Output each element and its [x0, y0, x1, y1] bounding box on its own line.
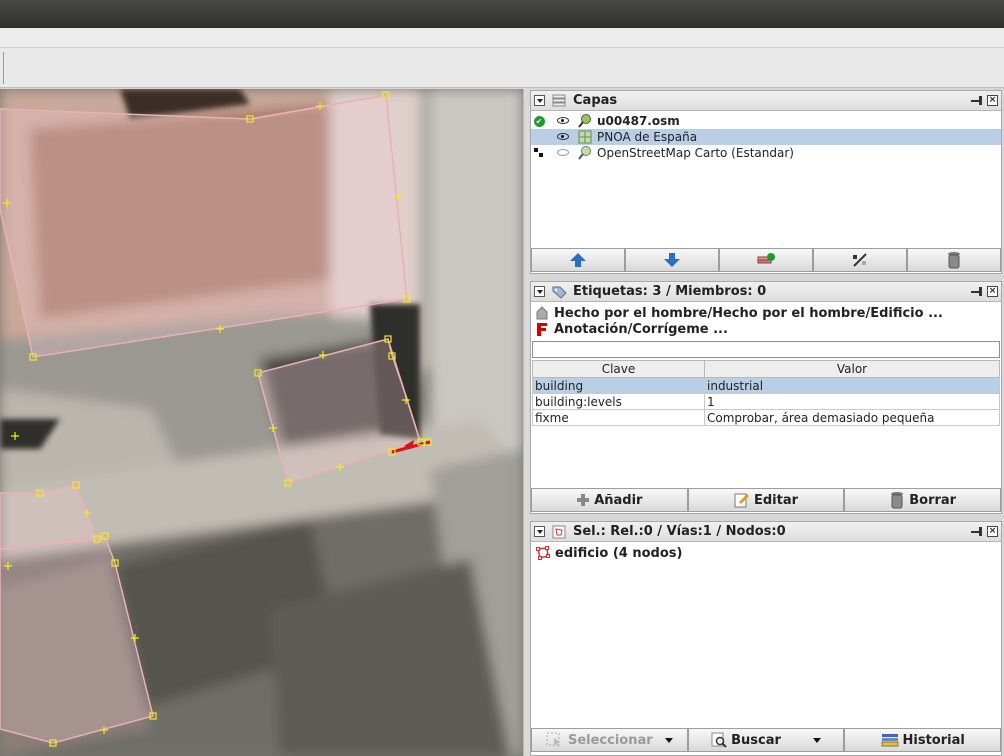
- selection-panel-title: Sel.: Rel.:0 / Vías:1 / Nodos:0: [573, 524, 786, 539]
- activate-layer-button[interactable]: [719, 248, 813, 272]
- layer-list[interactable]: ✔ u00487.osm PNOA de España OpenStreetMa…: [531, 111, 1001, 161]
- tag-key[interactable]: fixme: [532, 409, 705, 426]
- eye-closed-icon[interactable]: [557, 149, 569, 156]
- move-down-button[interactable]: [625, 248, 719, 272]
- history-button[interactable]: Historial: [844, 728, 1002, 752]
- panel-splitter[interactable]: [523, 89, 530, 756]
- imagery-layer-icon: [578, 130, 592, 144]
- tag-value[interactable]: industrial: [704, 377, 1000, 394]
- edit-tag-button[interactable]: Editar: [687, 488, 845, 512]
- tag-value[interactable]: Comprobar, área demasiado pequeña: [704, 409, 1000, 426]
- layers-icon: [552, 94, 566, 106]
- search-label: Buscar: [731, 732, 781, 748]
- pin-icon[interactable]: [971, 286, 985, 297]
- tag-key[interactable]: building: [532, 377, 705, 394]
- add-tag-button[interactable]: Añadir: [531, 488, 688, 512]
- tag-value[interactable]: 1: [704, 393, 1000, 410]
- layers-activate-icon: [757, 253, 775, 264]
- history-label: Historial: [902, 732, 965, 748]
- collapse-icon[interactable]: [534, 526, 545, 537]
- active-checkmark-icon: ✔: [533, 115, 545, 127]
- selection-item-label: edificio (4 nodos): [555, 545, 683, 561]
- layers-panel-title: Capas: [573, 93, 618, 108]
- tags-panel-header: Etiquetas: 3 / Miembros: 0 ×: [531, 282, 1001, 302]
- layer-row-u00487[interactable]: ✔ u00487.osm: [531, 113, 1001, 129]
- list-item[interactable]: edificio (4 nodos): [531, 544, 1001, 562]
- chevron-down-icon[interactable]: [812, 737, 821, 743]
- toolbar-grip[interactable]: [0, 52, 4, 84]
- edit-tag-label: Editar: [753, 492, 799, 508]
- preset-link-fixme[interactable]: Anotación/Corrígeme ...: [531, 321, 1001, 337]
- tag-filter-input[interactable]: [532, 341, 1000, 358]
- main-toolbar: [0, 48, 1004, 88]
- aerial-imagery: [0, 89, 523, 756]
- checker-icon: [534, 148, 543, 157]
- selection-list-icon: [552, 525, 566, 538]
- move-up-button[interactable]: [531, 248, 625, 272]
- trash-icon: [948, 252, 960, 269]
- osm-data-layer-icon: [578, 114, 591, 128]
- column-header-key[interactable]: Clave: [532, 360, 705, 378]
- selection-panel-header: Sel.: Rel.:0 / Vías:1 / Nodos:0 ×: [531, 522, 1001, 542]
- search-icon: [711, 732, 727, 748]
- menu-bar: [0, 28, 1004, 48]
- preset-label: Anotación/Corrígeme ...: [554, 321, 728, 337]
- pin-icon[interactable]: [971, 526, 985, 537]
- layer-row-pnoa[interactable]: PNOA de España: [531, 129, 1001, 145]
- tile-layer-icon: [578, 146, 591, 160]
- plus-icon: [577, 494, 590, 506]
- arrow-down-icon: [664, 253, 680, 267]
- opacity-button[interactable]: [813, 248, 907, 272]
- layer-name: OpenStreetMap Carto (Estandar): [597, 146, 794, 160]
- tags-table: Clave Valor building industrial building…: [532, 360, 1000, 426]
- delete-layer-button[interactable]: [907, 248, 1001, 272]
- layers-panel: Capas × ✔ u00487.osm PNOA de España Open…: [530, 90, 1002, 274]
- selection-list[interactable]: edificio (4 nodos): [531, 542, 1001, 562]
- tag-key[interactable]: building:levels: [532, 393, 705, 410]
- tags-button-row: Añadir Editar Borrar: [531, 488, 1002, 512]
- layers-button-row: [531, 248, 1001, 272]
- map-view[interactable]: [0, 89, 523, 756]
- table-row[interactable]: building:levels 1: [532, 393, 1000, 410]
- delete-tag-button[interactable]: Borrar: [844, 488, 1002, 512]
- layers-panel-header: Capas ×: [531, 91, 1001, 111]
- building-preset-icon: [536, 306, 548, 320]
- column-header-value[interactable]: Valor: [704, 360, 1000, 378]
- pin-icon[interactable]: [971, 95, 985, 106]
- history-icon: [881, 734, 899, 747]
- edit-icon: [734, 493, 750, 508]
- collapse-icon[interactable]: [534, 95, 545, 106]
- chevron-down-icon[interactable]: [664, 737, 673, 743]
- delete-tag-label: Borrar: [909, 492, 957, 508]
- tags-panel: Etiquetas: 3 / Miembros: 0 × Hecho por e…: [530, 281, 1002, 514]
- window-titlebar: [0, 0, 1004, 28]
- preset-link-building[interactable]: Hecho por el hombre/Hecho por el hombre/…: [531, 305, 1001, 321]
- closed-way-icon: [536, 546, 550, 560]
- close-icon[interactable]: ×: [987, 95, 998, 106]
- select-label: Seleccionar: [567, 732, 653, 748]
- add-tag-label: Añadir: [594, 492, 643, 508]
- layer-row-osm-carto[interactable]: OpenStreetMap Carto (Estandar): [531, 145, 1001, 161]
- table-row[interactable]: building industrial: [532, 377, 1000, 394]
- fixme-preset-icon: [537, 323, 547, 336]
- tag-icon: [552, 286, 567, 299]
- selection-button-row: Seleccionar Buscar Historial: [531, 728, 1002, 752]
- eye-icon[interactable]: [557, 133, 569, 140]
- arrow-up-icon: [570, 253, 586, 267]
- layer-name: PNOA de España: [597, 130, 698, 144]
- layer-name: u00487.osm: [597, 114, 680, 128]
- collapse-icon[interactable]: [534, 286, 545, 297]
- table-row[interactable]: fixme Comprobar, área demasiado pequeña: [532, 409, 1000, 426]
- select-cursor-icon: [546, 732, 560, 747]
- selection-panel: Sel.: Rel.:0 / Vías:1 / Nodos:0 × edific…: [530, 521, 1002, 756]
- opacity-icon: [853, 253, 867, 267]
- close-icon[interactable]: ×: [987, 286, 998, 297]
- select-button[interactable]: Seleccionar: [531, 728, 688, 752]
- tags-panel-title: Etiquetas: 3 / Miembros: 0: [573, 284, 767, 299]
- trash-icon: [891, 492, 904, 509]
- close-icon[interactable]: ×: [987, 526, 998, 537]
- preset-label: Hecho por el hombre/Hecho por el hombre/…: [554, 305, 943, 321]
- search-button[interactable]: Buscar: [687, 728, 845, 752]
- eye-icon[interactable]: [557, 117, 569, 124]
